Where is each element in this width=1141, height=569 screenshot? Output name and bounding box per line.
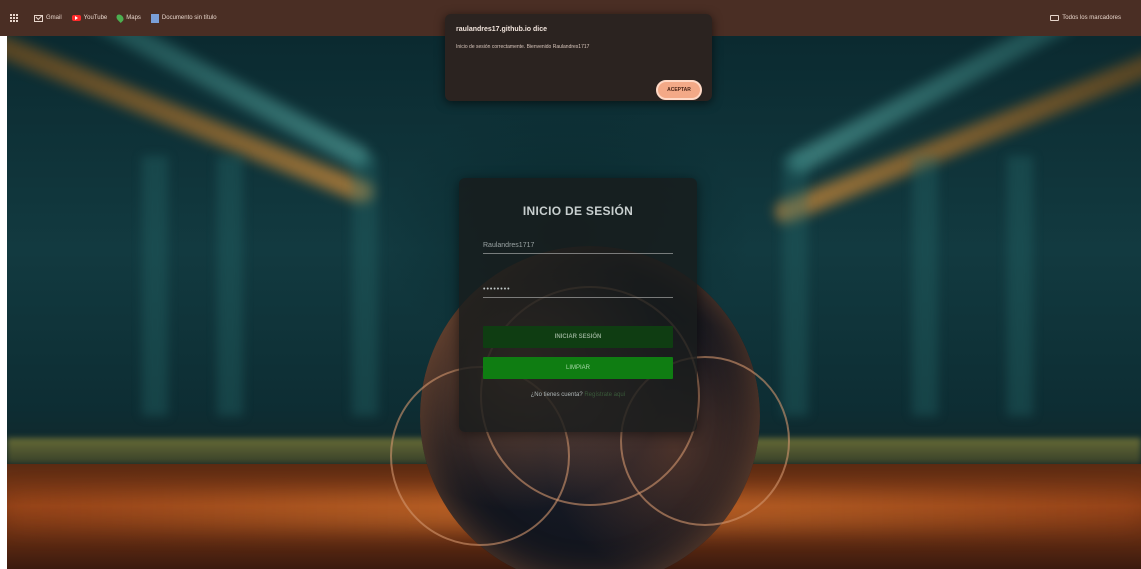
background-pillar: [782, 156, 808, 416]
apps-grid-icon[interactable]: [10, 14, 18, 22]
dialog-message: Inicio de sesión correctamente. Bienveni…: [456, 44, 590, 50]
register-prompt: ¿No tienes cuenta? Regístrate aquí: [459, 392, 697, 398]
all-bookmarks-button[interactable]: Todos los marcadores: [1050, 15, 1121, 21]
login-button[interactable]: INICIAR SESIÓN: [483, 326, 673, 348]
background-pillar: [352, 156, 378, 416]
register-link[interactable]: Regístrate aquí: [584, 392, 625, 398]
background-pillar: [217, 156, 243, 416]
alert-dialog: raulandres17.github.io dice Inicio de se…: [445, 14, 712, 101]
youtube-icon: [71, 15, 81, 21]
password-mask: ••••••••: [483, 286, 511, 293]
background-pillar: [1007, 156, 1033, 416]
gmail-icon: [34, 14, 43, 22]
bookmark-document[interactable]: Documento sin título: [150, 13, 217, 23]
bookmark-maps[interactable]: Maps: [115, 13, 141, 23]
login-title: INICIO DE SESIÓN: [522, 204, 634, 218]
password-input[interactable]: ••••••••: [483, 280, 673, 298]
all-bookmarks-label: Todos los marcadores: [1062, 15, 1121, 21]
bookmark-label: Documento sin título: [161, 15, 217, 21]
document-icon: [150, 13, 159, 23]
bookmark-youtube[interactable]: YouTube: [71, 15, 108, 21]
bookmark-label: YouTube: [83, 15, 108, 21]
accept-button[interactable]: Aceptar: [656, 80, 702, 100]
username-input[interactable]: Raulandres1717: [483, 236, 673, 254]
register-prompt-text: ¿No tienes cuenta?: [530, 392, 583, 398]
clear-button[interactable]: LIMPIAR: [483, 357, 673, 379]
folder-icon: [1050, 15, 1060, 21]
bookmark-label: Maps: [126, 15, 141, 21]
bookmark-gmail[interactable]: Gmail: [34, 14, 62, 22]
background-pillar: [912, 156, 938, 416]
login-card: INICIO DE SESIÓN Raulandres1717 ••••••••…: [459, 178, 697, 432]
bookmark-label: Gmail: [46, 15, 62, 21]
background-pillar: [142, 156, 168, 416]
username-value: Raulandres1717: [483, 242, 535, 249]
dialog-title: raulandres17.github.io dice: [456, 26, 548, 33]
maps-icon: [115, 13, 126, 23]
